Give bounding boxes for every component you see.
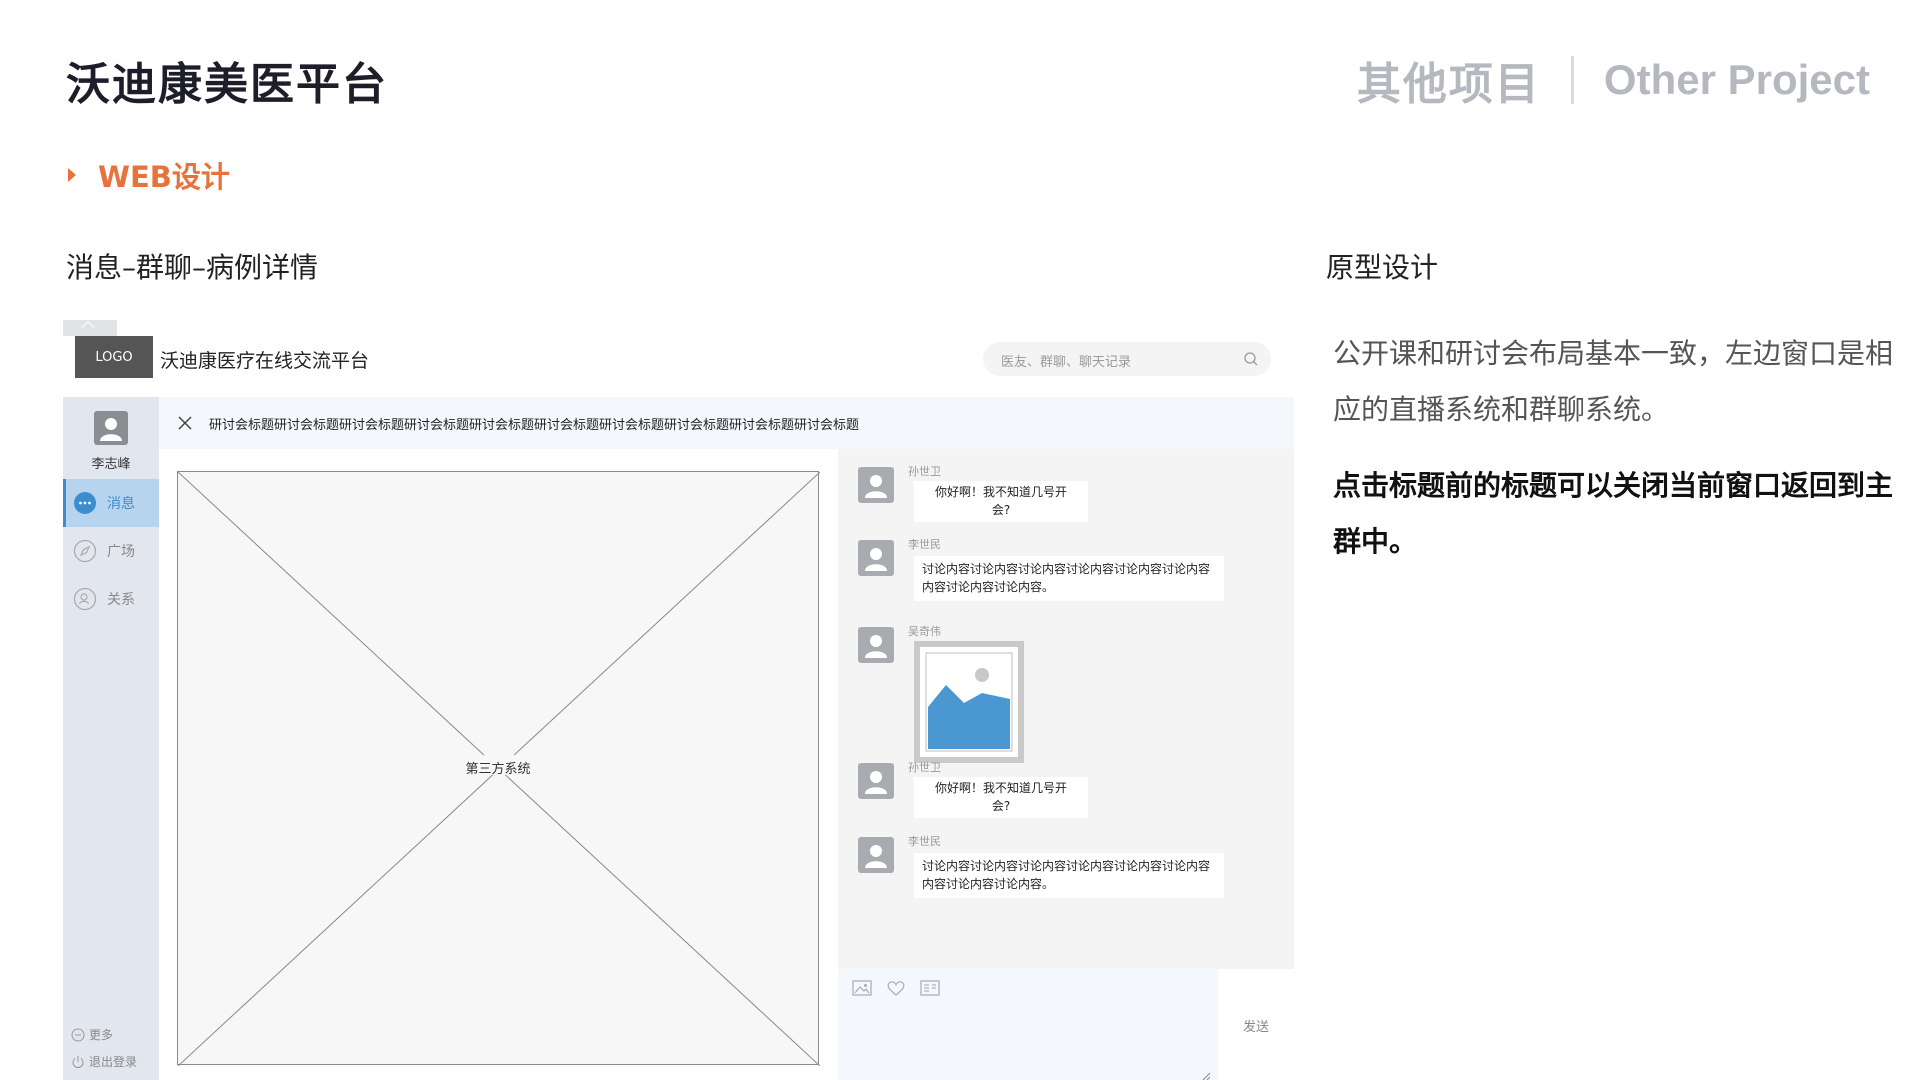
third-party-placeholder: 第三方系统 [177, 471, 820, 1066]
placeholder-label: 第三方系统 [465, 762, 531, 777]
power-icon [72, 1055, 84, 1068]
resize-grip-icon[interactable] [1202, 1072, 1210, 1080]
search-placeholder: 医友、群聊、聊天记录 [1001, 355, 1132, 370]
avatar[interactable] [94, 411, 128, 445]
message-sender: 孙世卫 [908, 761, 941, 774]
prototype-subtitle: 原型设计 [1326, 251, 1439, 284]
section-tag: WEB设计 [68, 154, 230, 196]
main-panel: 第三方系统 [159, 449, 838, 1080]
sidebar: 李志峰 消息 广场 关系 更多 退出登录 [63, 397, 159, 1080]
wireframe-mockup: LOGO 沃迪康医疗在线交流平台 医友、群聊、聊天记录 李志峰 消息 广场 关系… [63, 320, 1294, 1080]
message-line: 会? [991, 799, 1011, 813]
message-sender: 孙世卫 [908, 465, 941, 478]
header-divider [1570, 56, 1574, 104]
compass-icon [73, 539, 97, 563]
user-icon [100, 418, 122, 441]
header-other-project: 其他项目 Other Project [1357, 48, 1870, 112]
message-bubble: 讨论内容讨论内容讨论内容讨论内容讨论内容讨论内容 内容讨论内容讨论内容。 [914, 556, 1224, 601]
logo: LOGO [75, 336, 153, 378]
avatar[interactable] [858, 540, 894, 576]
image-upload-icon[interactable] [852, 979, 872, 997]
contacts-icon [73, 587, 97, 611]
chat-icon [74, 492, 96, 514]
avatar[interactable] [858, 467, 894, 503]
caret-right-icon [68, 168, 76, 182]
user-icon [865, 771, 887, 794]
avatar[interactable] [858, 763, 894, 799]
document-icon[interactable] [920, 979, 940, 997]
logout-button[interactable]: 退出登录 [71, 1053, 137, 1070]
page-title: 沃迪康美医平台 [66, 59, 388, 110]
message-line: 讨论内容讨论内容讨论内容讨论内容讨论内容讨论内容 [922, 859, 1211, 873]
sidebar-item-label: 关系 [107, 592, 135, 608]
mockup-subtitle: 消息–群聊–病例详情 [66, 251, 319, 284]
message-sender: 李世民 [908, 835, 941, 848]
avatar[interactable] [858, 627, 894, 663]
message-sender: 吴奇伟 [908, 625, 941, 638]
sidebar-item-square[interactable]: 广场 [63, 527, 159, 575]
chat-panel: 孙世卫 你好啊！我不知道几号开 会? 李世民 讨论内容讨论内容讨论内容讨论内容讨… [838, 449, 1294, 969]
heart-icon[interactable] [886, 979, 906, 997]
other-project-en: Other Project [1603, 56, 1870, 103]
close-icon[interactable] [177, 415, 193, 431]
app-name: 沃迪康医疗在线交流平台 [160, 350, 370, 372]
message-line: 内容讨论内容讨论内容。 [922, 877, 1055, 891]
description-text: 公开课和研讨会布局基本一致，左边窗口是相应的直播系统和群聊系统。 [1333, 337, 1894, 426]
send-button[interactable]: 发送 [1218, 969, 1294, 1080]
other-project-cn: 其他项目 [1356, 59, 1541, 110]
message-line: 你好啊！我不知道几号开 [934, 781, 1067, 795]
window-titlebar: 研讨会标题研讨会标题研讨会标题研讨会标题研讨会标题研讨会标题研讨会标题研讨会标题… [159, 397, 1294, 449]
logout-label: 退出登录 [89, 1055, 138, 1069]
sidebar-item-relations[interactable]: 关系 [63, 575, 159, 623]
sidebar-username: 李志峰 [91, 457, 131, 472]
sidebar-item-label: 广场 [107, 544, 135, 560]
message-bubble: 你好啊！我不知道几号开 会? [914, 777, 1088, 818]
send-label: 发送 [1243, 1020, 1270, 1035]
sidebar-item-label: 消息 [107, 496, 135, 512]
chevron-up-icon [80, 320, 96, 336]
user-icon [865, 475, 887, 498]
more-button[interactable]: 更多 [71, 1026, 113, 1043]
sidebar-item-messages[interactable]: 消息 [63, 479, 159, 527]
message-input-area[interactable]: 发送 [838, 969, 1294, 1080]
user-icon [865, 845, 887, 868]
collapse-tab[interactable] [63, 320, 117, 336]
input-toolbar [852, 979, 954, 997]
description-highlight: 点击标题前的标题可以关闭当前窗口返回到主群中。 [1333, 469, 1894, 558]
avatar[interactable] [858, 837, 894, 873]
message-line: 讨论内容讨论内容讨论内容讨论内容讨论内容讨论内容 [922, 562, 1211, 576]
more-icon [71, 1028, 85, 1041]
search-input[interactable]: 医友、群聊、聊天记录 [983, 342, 1271, 376]
user-icon [865, 548, 887, 571]
message-line: 你好啊！我不知道几号开 [934, 485, 1067, 499]
more-label: 更多 [89, 1028, 114, 1042]
window-title: 研讨会标题研讨会标题研讨会标题研讨会标题研讨会标题研讨会标题研讨会标题研讨会标题… [209, 418, 860, 433]
message-image[interactable] [914, 641, 1024, 763]
message-bubble: 你好啊！我不知道几号开 会? [914, 481, 1088, 522]
message-line: 会? [991, 503, 1011, 517]
search-icon[interactable] [1243, 351, 1259, 367]
user-icon [865, 635, 887, 658]
message-sender: 李世民 [908, 538, 941, 551]
image-icon [920, 647, 1018, 757]
section-tag-label: WEB设计 [98, 160, 230, 194]
message-line: 内容讨论内容讨论内容。 [922, 580, 1055, 594]
message-bubble: 讨论内容讨论内容讨论内容讨论内容讨论内容讨论内容 内容讨论内容讨论内容。 [914, 853, 1224, 898]
